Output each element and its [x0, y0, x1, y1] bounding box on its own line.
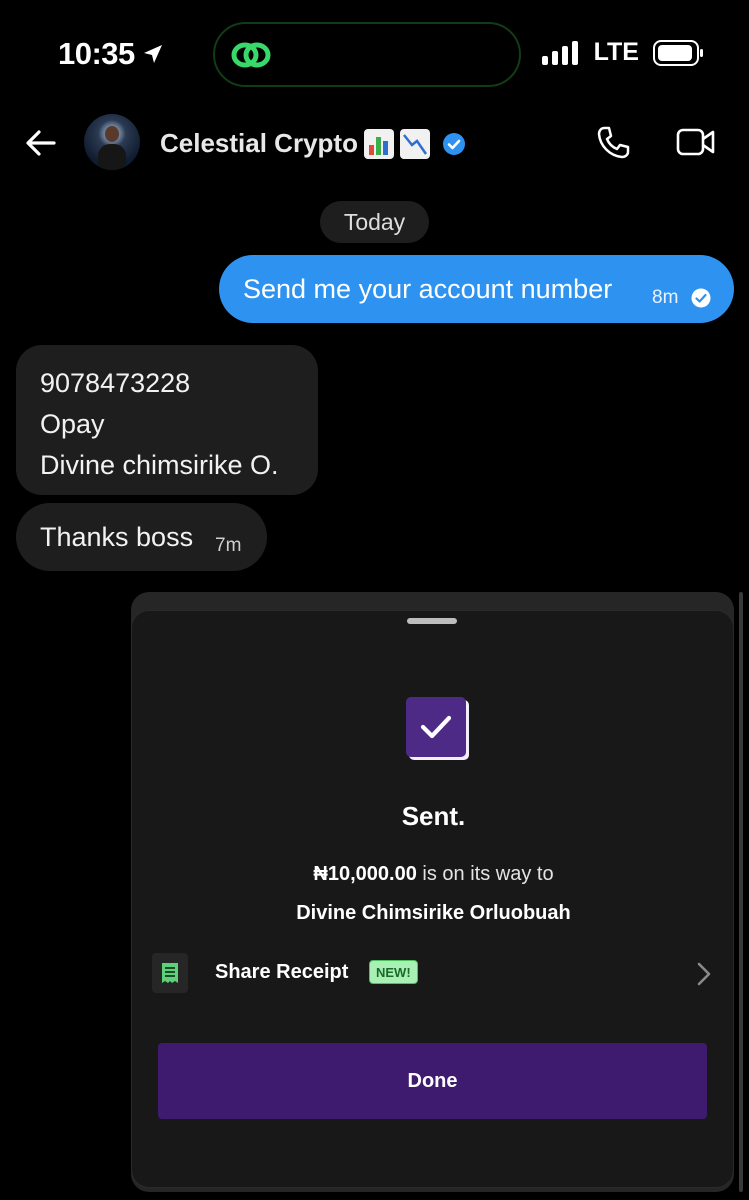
incoming-message-time: 7m	[215, 535, 242, 556]
success-badge	[406, 697, 466, 757]
battery-icon	[653, 39, 703, 66]
outgoing-message-time: 8m	[652, 287, 679, 308]
chart-decreasing-emoji	[399, 128, 430, 159]
chevron-right-icon	[697, 962, 711, 986]
avatar-head	[105, 126, 119, 142]
network-label: LTE	[593, 38, 639, 66]
video-icon[interactable]	[676, 126, 716, 158]
link-icon	[231, 42, 271, 68]
chat-header: Celestial Crypto	[0, 110, 749, 178]
message-line: Opay	[40, 409, 105, 439]
sheet-grabber[interactable]	[407, 618, 457, 624]
incoming-message[interactable]: Thanks boss 7m	[16, 503, 267, 571]
avatar[interactable]	[84, 114, 140, 170]
bar-chart-emoji	[363, 128, 394, 159]
amount-suffix: is on its way to	[422, 863, 554, 885]
amount-line: ₦10,000.00 is on its way to	[132, 863, 735, 886]
status-indicators: LTE	[541, 38, 705, 67]
scrollbar[interactable]	[739, 592, 743, 1192]
verified-icon	[442, 132, 465, 155]
avatar-body	[98, 144, 126, 170]
message-line: 9078473228	[40, 368, 191, 398]
back-arrow-icon[interactable]	[24, 126, 58, 160]
dynamic-island	[213, 22, 521, 87]
amount-value: ₦10,000.00	[313, 863, 417, 885]
message-line: Divine chimsirike O.	[40, 450, 279, 480]
contact-name-text: Celestial Crypto	[160, 128, 358, 158]
checkmark-icon	[420, 715, 452, 739]
status-time: 10:35	[58, 36, 165, 72]
contact-name[interactable]: Celestial Crypto	[160, 128, 466, 159]
recipient-name: Divine Chimsirike Orluobuah	[296, 902, 571, 924]
done-button[interactable]: Done	[158, 1043, 707, 1119]
transfer-sheet: Sent. ₦10,000.00 is on its way to Divine…	[131, 610, 734, 1188]
share-receipt-label: Share Receipt	[215, 961, 349, 983]
incoming-message-text: Thanks boss	[40, 521, 194, 552]
outgoing-message-text: Send me your account number	[243, 273, 613, 304]
outgoing-message[interactable]: Send me your account number 8m	[219, 255, 734, 323]
receipt-icon	[152, 953, 188, 993]
sheet-title: Sent.	[401, 801, 466, 831]
date-separator: Today	[320, 201, 429, 243]
new-badge: NEW!	[369, 960, 418, 984]
date-separator-text: Today	[343, 208, 406, 235]
read-check-icon	[691, 288, 711, 308]
phone-icon[interactable]	[595, 124, 631, 160]
status-time-text: 10:35	[58, 36, 135, 71]
location-arrow-icon	[143, 45, 162, 63]
share-receipt-row[interactable]: Share Receipt NEW!	[152, 953, 717, 993]
incoming-message[interactable]: 9078473228 Opay Divine chimsirike O.	[16, 345, 318, 495]
signal-icon	[541, 40, 578, 65]
